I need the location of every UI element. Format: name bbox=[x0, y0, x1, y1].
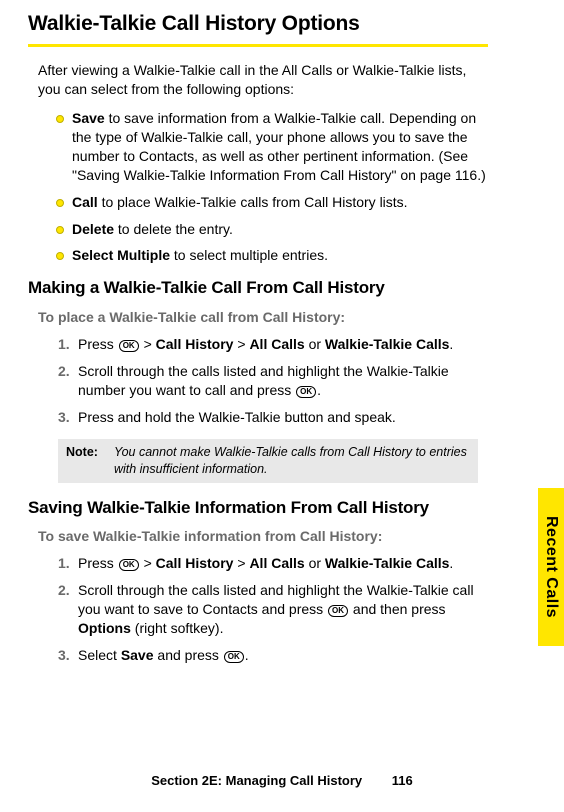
option-term: Select Multiple bbox=[72, 247, 170, 263]
page-title: Walkie-Talkie Call History Options bbox=[28, 10, 536, 38]
step-number: 1. bbox=[58, 335, 70, 354]
step-text: > bbox=[233, 336, 249, 352]
step-item: 1. Press OK > Call History > All Calls o… bbox=[58, 335, 492, 354]
softkey-label: Options bbox=[78, 620, 131, 636]
step-text: and press bbox=[154, 647, 223, 663]
step-text: . bbox=[449, 336, 453, 352]
option-term: Call bbox=[72, 194, 98, 210]
step-text: . bbox=[449, 555, 453, 571]
step-item: 3. Press and hold the Walkie-Talkie butt… bbox=[58, 408, 492, 427]
step-text: . bbox=[317, 382, 321, 398]
step-item: 2. Scroll through the calls listed and h… bbox=[58, 362, 492, 400]
step-text: (right softkey). bbox=[131, 620, 224, 636]
options-list: Save to save information from a Walkie-T… bbox=[56, 109, 494, 265]
section-heading: Saving Walkie-Talkie Information From Ca… bbox=[28, 497, 536, 520]
menu-option: Save bbox=[121, 647, 154, 663]
option-term: Delete bbox=[72, 221, 114, 237]
step-text: or bbox=[305, 336, 325, 352]
step-number: 2. bbox=[58, 362, 70, 381]
note-label: Note: bbox=[58, 439, 106, 483]
list-item: Call to place Walkie-Talkie calls from C… bbox=[56, 193, 494, 212]
steps-list: 1. Press OK > Call History > All Calls o… bbox=[58, 554, 492, 664]
option-text: to select multiple entries. bbox=[170, 247, 328, 263]
list-item: Save to save information from a Walkie-T… bbox=[56, 109, 494, 185]
step-text: Select bbox=[78, 647, 121, 663]
list-item: Delete to delete the entry. bbox=[56, 220, 494, 239]
step-number: 2. bbox=[58, 581, 70, 600]
ok-key-icon: OK bbox=[296, 386, 316, 398]
option-term: Save bbox=[72, 110, 105, 126]
menu-path-item: Call History bbox=[156, 336, 234, 352]
step-text: Press bbox=[78, 555, 118, 571]
step-text: > bbox=[140, 555, 156, 571]
step-number: 3. bbox=[58, 408, 70, 427]
side-tab-label: Recent Calls bbox=[540, 516, 562, 618]
option-text: to place Walkie-Talkie calls from Call H… bbox=[98, 194, 408, 210]
step-text: > bbox=[233, 555, 249, 571]
menu-path-item: Walkie-Talkie Calls bbox=[325, 555, 450, 571]
menu-path-item: All Calls bbox=[249, 555, 304, 571]
menu-path-item: All Calls bbox=[249, 336, 304, 352]
step-text: or bbox=[305, 555, 325, 571]
section-heading: Making a Walkie-Talkie Call From Call Hi… bbox=[28, 277, 536, 300]
intro-paragraph: After viewing a Walkie-Talkie call in th… bbox=[38, 61, 488, 99]
side-tab: Recent Calls bbox=[538, 488, 564, 646]
footer-section: Section 2E: Managing Call History bbox=[151, 773, 362, 788]
note-body: You cannot make Walkie-Talkie calls from… bbox=[106, 439, 478, 483]
section-lead: To place a Walkie-Talkie call from Call … bbox=[38, 308, 536, 327]
steps-list: 1. Press OK > Call History > All Calls o… bbox=[58, 335, 492, 427]
section-lead: To save Walkie-Talkie information from C… bbox=[38, 527, 536, 546]
menu-path-item: Walkie-Talkie Calls bbox=[325, 336, 450, 352]
step-number: 1. bbox=[58, 554, 70, 573]
step-text: > bbox=[140, 336, 156, 352]
ok-key-icon: OK bbox=[224, 651, 244, 663]
step-item: 1. Press OK > Call History > All Calls o… bbox=[58, 554, 492, 573]
option-text: to delete the entry. bbox=[114, 221, 233, 237]
ok-key-icon: OK bbox=[328, 605, 348, 617]
step-text: Press bbox=[78, 336, 118, 352]
step-item: 3. Select Save and press OK. bbox=[58, 646, 492, 665]
note-box: Note: You cannot make Walkie-Talkie call… bbox=[58, 439, 478, 483]
menu-path-item: Call History bbox=[156, 555, 234, 571]
step-item: 2. Scroll through the calls listed and h… bbox=[58, 581, 492, 638]
option-text: to save information from a Walkie-Talkie… bbox=[72, 110, 486, 183]
step-text: Press and hold the Walkie-Talkie button … bbox=[78, 409, 396, 425]
title-underline bbox=[28, 44, 488, 47]
list-item: Select Multiple to select multiple entri… bbox=[56, 246, 494, 265]
step-text: Scroll through the calls listed and high… bbox=[78, 363, 449, 398]
footer-page-number: 116 bbox=[392, 772, 413, 790]
step-text: and then press bbox=[349, 601, 446, 617]
ok-key-icon: OK bbox=[119, 340, 139, 352]
page-footer: Section 2E: Managing Call History 116 bbox=[0, 772, 564, 790]
step-number: 3. bbox=[58, 646, 70, 665]
ok-key-icon: OK bbox=[119, 559, 139, 571]
step-text: . bbox=[245, 647, 249, 663]
